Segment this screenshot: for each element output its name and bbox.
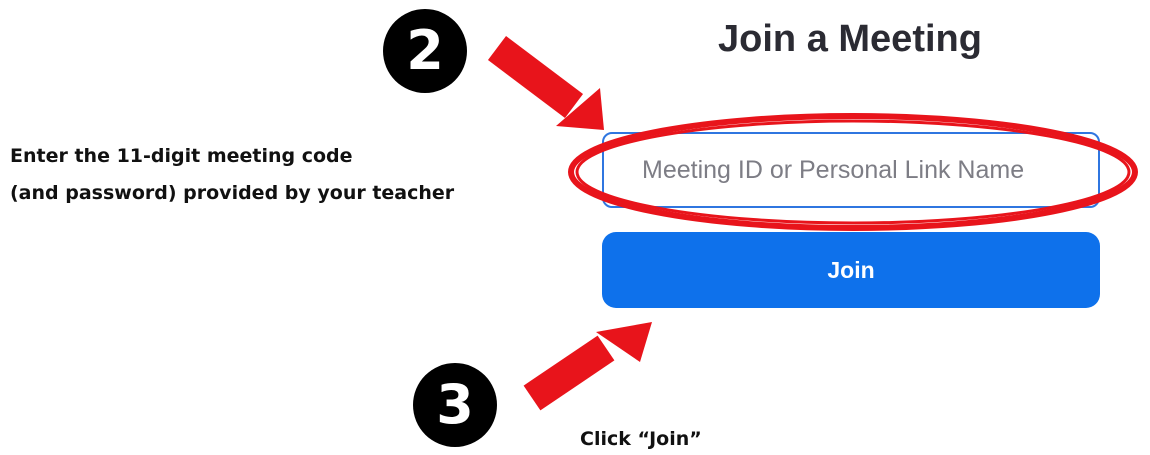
arrow-icon bbox=[487, 36, 604, 130]
step-3-badge: 3 bbox=[413, 363, 497, 447]
join-button[interactable]: Join bbox=[602, 232, 1100, 308]
instruction-click-join: Click “Join” bbox=[580, 428, 702, 450]
arrow-icon bbox=[523, 322, 652, 411]
page-title: Join a Meeting bbox=[718, 18, 982, 60]
instruction-password: (and password) provided by your teacher bbox=[10, 182, 455, 204]
step-2-badge: 2 bbox=[383, 9, 467, 93]
instruction-enter-code: Enter the 11-digit meeting code bbox=[10, 145, 353, 167]
annotation-overlay bbox=[487, 36, 1138, 411]
meeting-id-input[interactable] bbox=[602, 132, 1100, 208]
